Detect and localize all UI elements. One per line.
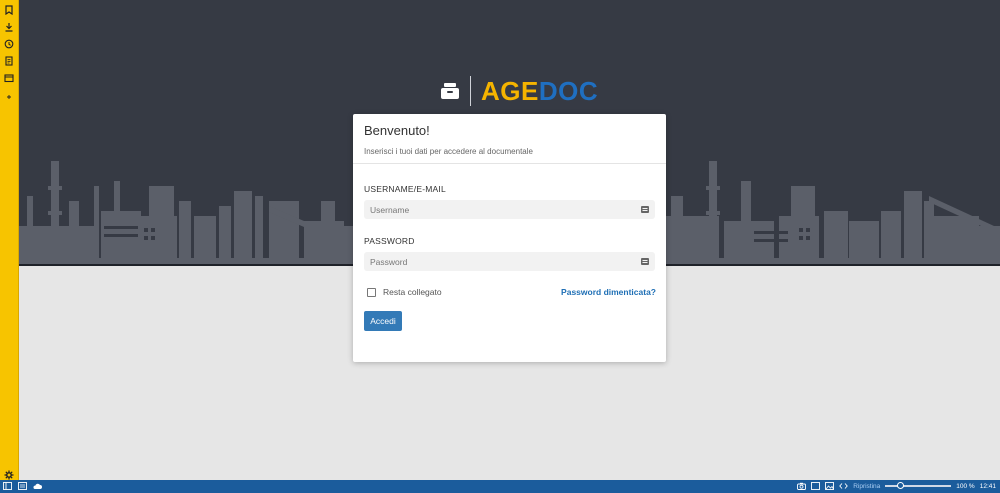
cloud-icon[interactable]	[33, 482, 42, 490]
status-bar-left	[3, 482, 42, 490]
password-input[interactable]	[364, 252, 655, 271]
autofill-icon[interactable]	[641, 206, 649, 213]
browser-sidebar	[0, 0, 19, 480]
camera-icon[interactable]	[797, 482, 807, 490]
login-title: Benvenuto!	[364, 123, 430, 138]
window-icon[interactable]	[3, 72, 15, 84]
tab-view-icon[interactable]	[18, 482, 27, 490]
login-button[interactable]: Accedi	[364, 311, 402, 331]
reset-zoom-link[interactable]: Ripristina	[853, 483, 880, 490]
login-subtitle: Inserisci i tuoi dati per accedere al do…	[364, 147, 533, 156]
username-input[interactable]	[364, 200, 655, 219]
zoom-slider-handle[interactable]	[897, 482, 905, 489]
logo-text-doc: DOC	[538, 75, 599, 106]
password-label: PASSWORD	[364, 236, 415, 246]
remember-label[interactable]: Resta collegato	[383, 287, 442, 297]
login-card: Benvenuto! Inserisci i tuoi dati per acc…	[353, 114, 666, 362]
zoom-level[interactable]: 100 %	[956, 483, 974, 490]
username-label: USERNAME/E-MAIL	[364, 184, 446, 194]
status-bar: Ripristina 100 % 12:41	[0, 480, 1000, 493]
panel-toggle-icon[interactable]	[3, 482, 12, 490]
plus-icon[interactable]	[3, 91, 15, 103]
code-icon[interactable]	[839, 482, 848, 490]
download-icon[interactable]	[3, 21, 15, 33]
logo-separator	[470, 76, 471, 106]
history-icon[interactable]	[3, 38, 15, 50]
status-bar-right: Ripristina 100 % 12:41	[797, 482, 996, 490]
zoom-slider[interactable]	[885, 482, 952, 489]
image-icon[interactable]	[825, 482, 835, 490]
remember-me[interactable]: Resta collegato	[367, 287, 442, 297]
bookmark-icon[interactable]	[3, 4, 15, 16]
archive-box-icon	[441, 83, 459, 99]
settings-icon[interactable]	[4, 467, 14, 480]
logo-text: AGEDOC	[481, 76, 598, 107]
autofill-icon[interactable]	[641, 258, 649, 265]
remember-checkbox[interactable]	[367, 287, 376, 297]
forgot-password-link[interactable]: Password dimenticata?	[561, 287, 656, 297]
agedoc-logo: AGEDOC	[440, 74, 598, 108]
logo-text-age: AGE	[481, 75, 539, 106]
clock: 12:41	[979, 482, 996, 490]
login-card-header: Benvenuto! Inserisci i tuoi dati per acc…	[353, 114, 666, 164]
notes-icon[interactable]	[3, 55, 15, 67]
window-tiling-icon[interactable]	[811, 482, 821, 490]
